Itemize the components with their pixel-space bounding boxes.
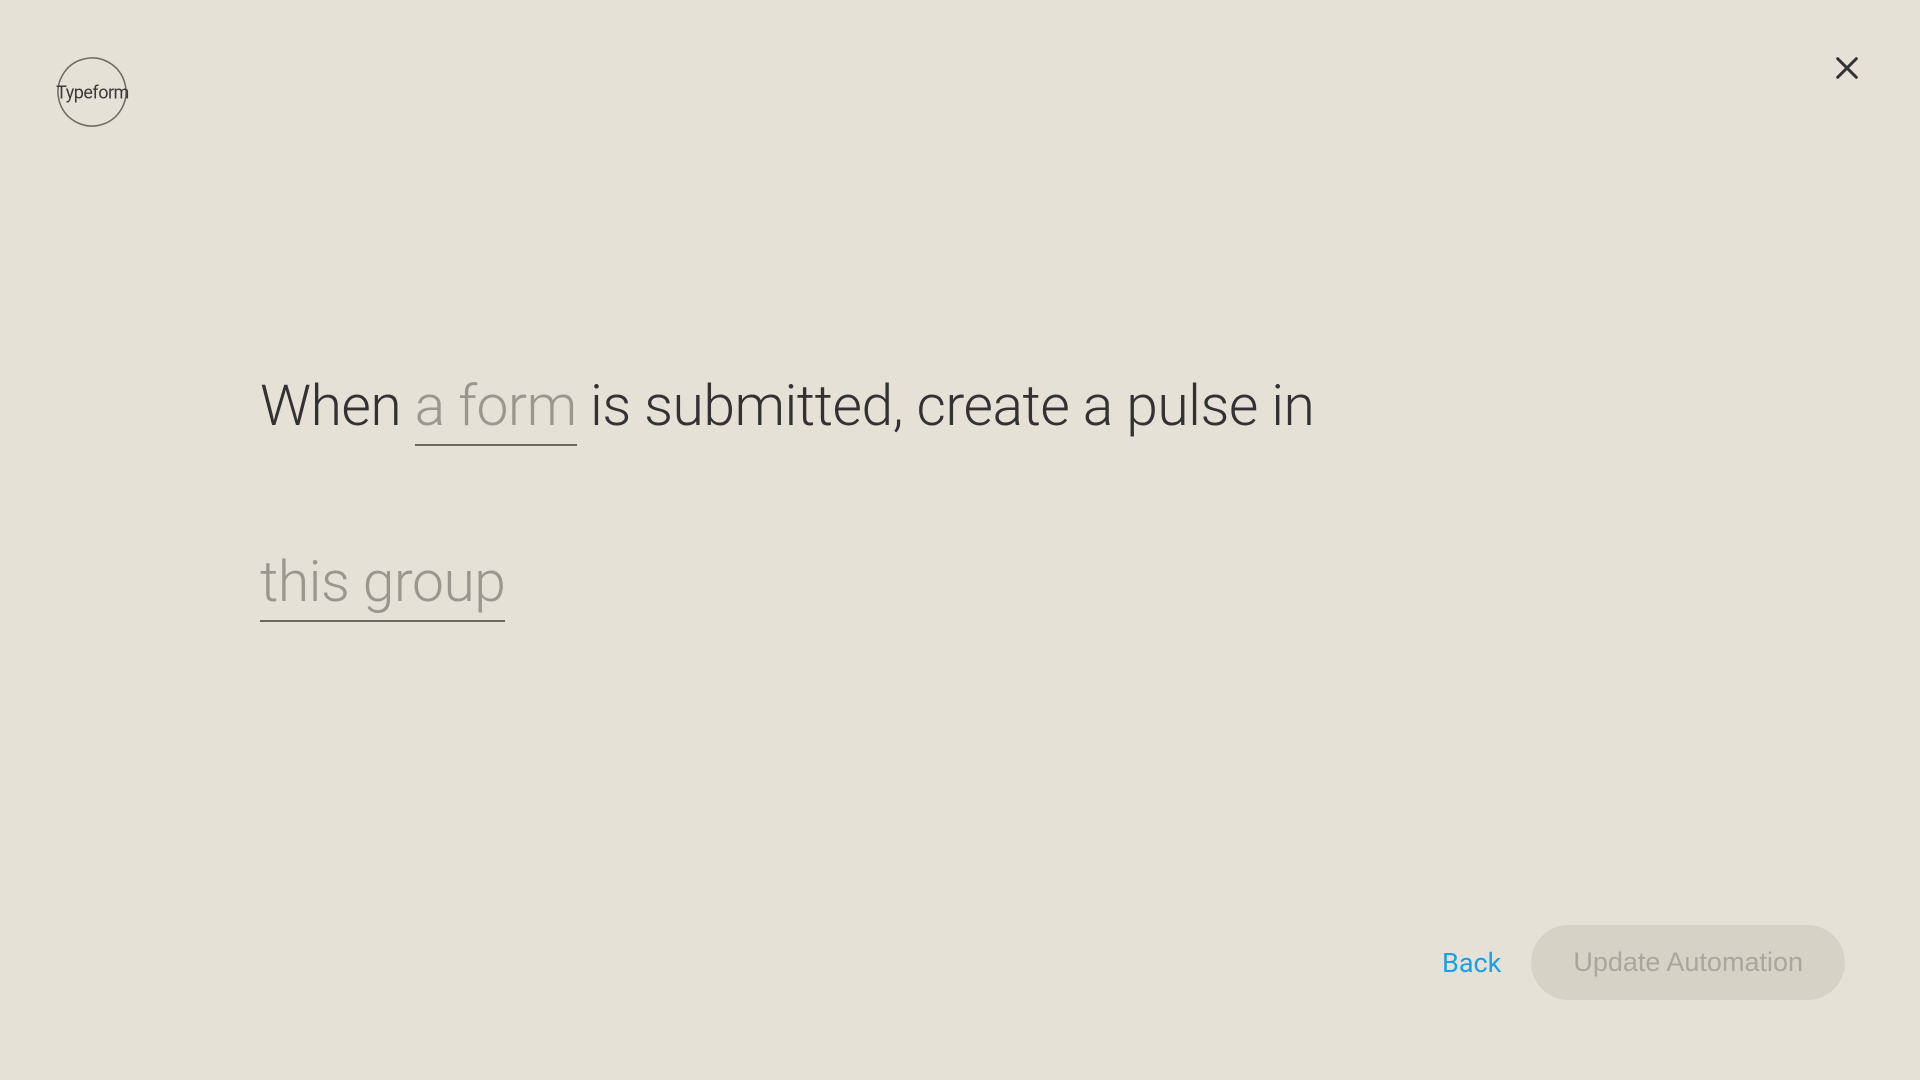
automation-sentence: When a form is submitted, create a pulse…	[260, 360, 1660, 627]
group-selector[interactable]: this group	[260, 551, 505, 622]
form-selector[interactable]: a form	[415, 375, 577, 446]
sentence-prefix: When	[260, 372, 415, 439]
typeform-logo: Typeform	[55, 55, 130, 130]
back-button[interactable]: Back	[1442, 947, 1501, 979]
update-automation-button[interactable]: Update Automation	[1531, 925, 1845, 1000]
logo-text: Typeform	[56, 82, 129, 103]
close-icon	[1833, 54, 1861, 82]
footer-actions: Back Update Automation	[1442, 925, 1845, 1000]
sentence-middle: is submitted, create a pulse in	[577, 372, 1315, 439]
close-button[interactable]	[1829, 50, 1865, 86]
